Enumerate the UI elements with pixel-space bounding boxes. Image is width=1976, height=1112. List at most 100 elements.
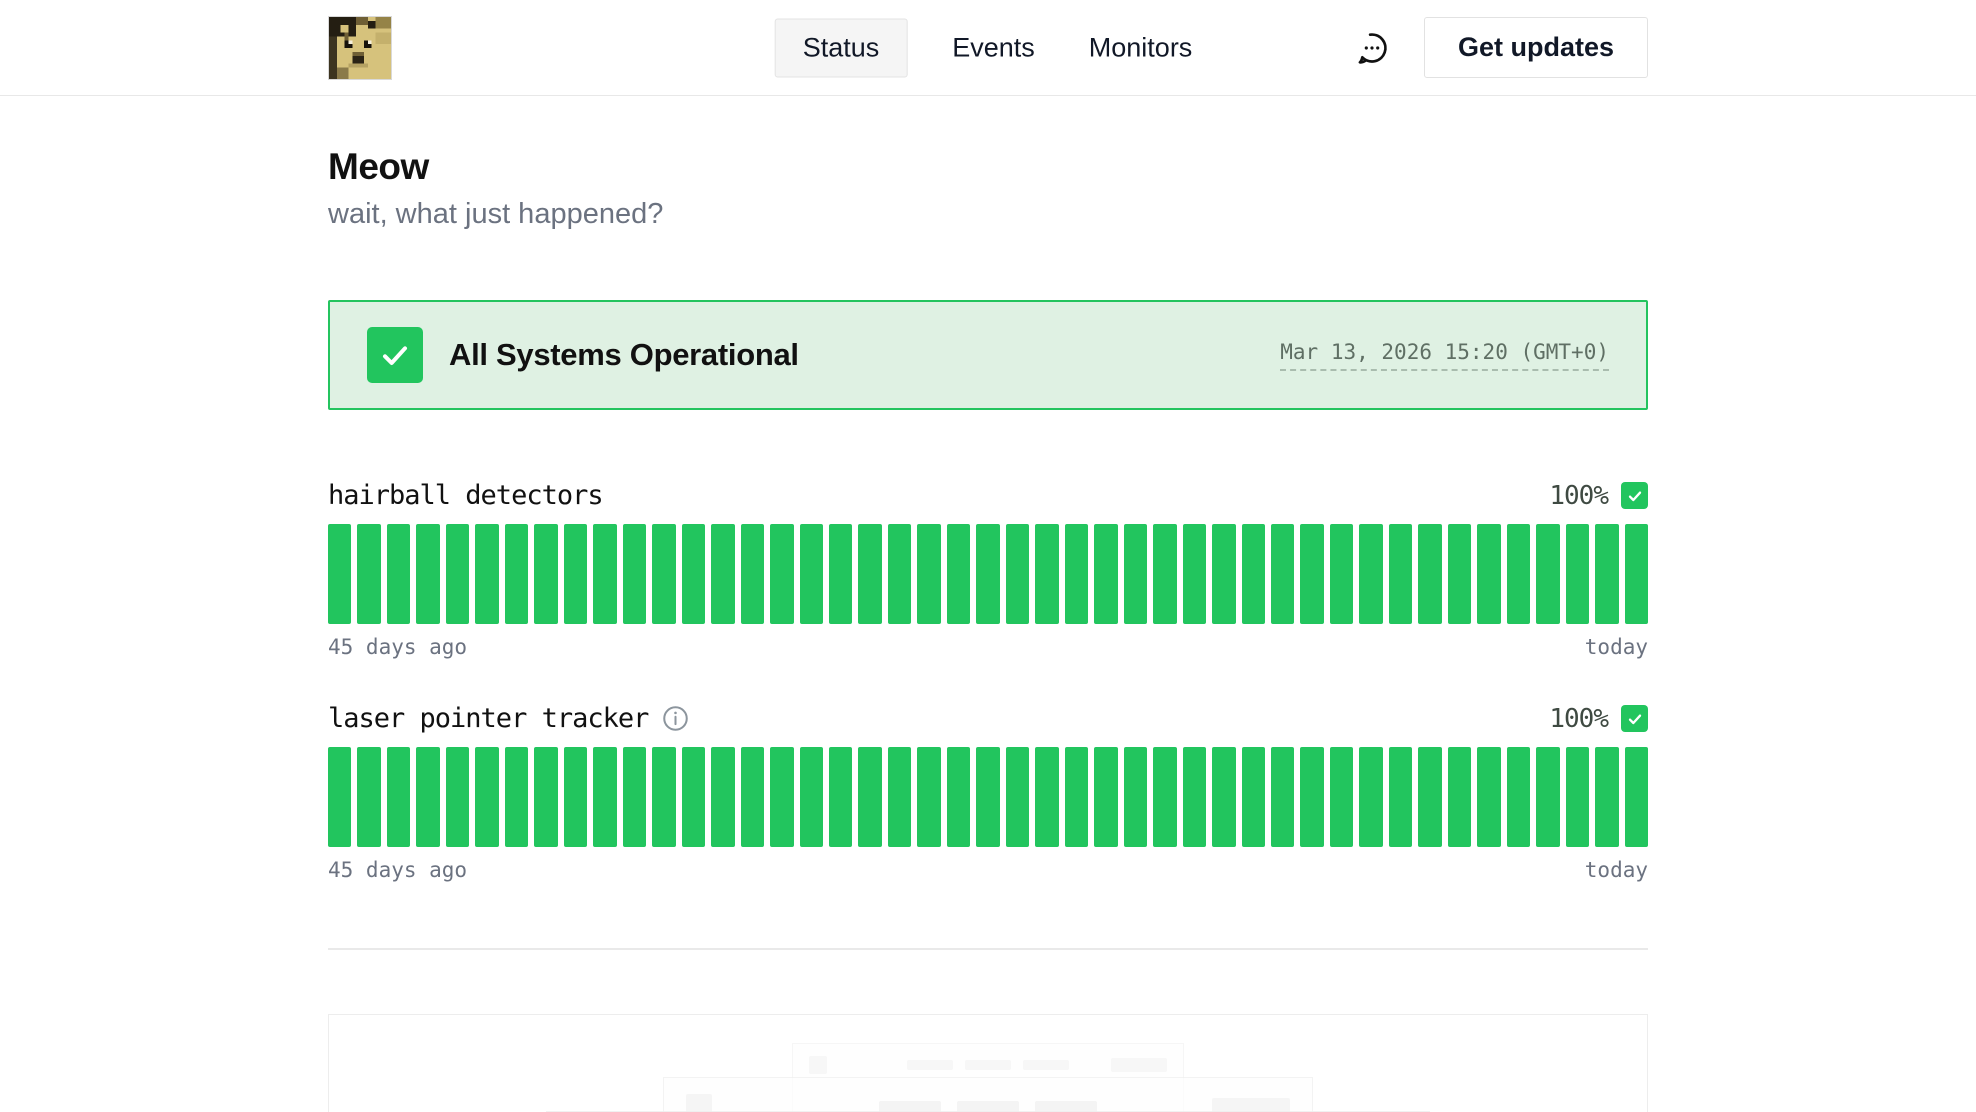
tab-monitors[interactable]: Monitors bbox=[1080, 18, 1202, 77]
uptime-bar-day[interactable] bbox=[888, 747, 911, 847]
uptime-bar-day[interactable] bbox=[1300, 747, 1323, 847]
uptime-bar-day[interactable] bbox=[652, 524, 675, 624]
uptime-bar-day[interactable] bbox=[446, 524, 469, 624]
uptime-bar-day[interactable] bbox=[1124, 747, 1147, 847]
status-banner-timestamp[interactable]: Mar 13, 2026 15:20 (GMT+0) bbox=[1280, 340, 1609, 371]
uptime-bar-day[interactable] bbox=[917, 524, 940, 624]
uptime-bar-day[interactable] bbox=[1477, 747, 1500, 847]
uptime-bar-day[interactable] bbox=[623, 524, 646, 624]
tab-events[interactable]: Events bbox=[943, 18, 1044, 77]
uptime-bar-day[interactable] bbox=[1595, 524, 1618, 624]
uptime-bar-day[interactable] bbox=[446, 747, 469, 847]
uptime-bar-day[interactable] bbox=[1300, 524, 1323, 624]
uptime-bar-day[interactable] bbox=[1389, 747, 1412, 847]
uptime-bar-day[interactable] bbox=[475, 524, 498, 624]
uptime-bar-day[interactable] bbox=[888, 524, 911, 624]
uptime-bar-day[interactable] bbox=[1124, 524, 1147, 624]
uptime-bar-day[interactable] bbox=[1536, 524, 1559, 624]
uptime-bar-day[interactable] bbox=[593, 524, 616, 624]
uptime-bar-day[interactable] bbox=[1153, 524, 1176, 624]
uptime-bar-day[interactable] bbox=[1242, 524, 1265, 624]
site-logo-cat-image[interactable] bbox=[328, 16, 392, 80]
uptime-bar-day[interactable] bbox=[711, 747, 734, 847]
uptime-bar-day[interactable] bbox=[1006, 524, 1029, 624]
uptime-bar-day[interactable] bbox=[564, 747, 587, 847]
uptime-bar-day[interactable] bbox=[1330, 747, 1353, 847]
uptime-bar-day[interactable] bbox=[947, 747, 970, 847]
uptime-bar-day[interactable] bbox=[1035, 524, 1058, 624]
feedback-chat-icon[interactable] bbox=[1352, 28, 1392, 68]
uptime-bar-day[interactable] bbox=[387, 524, 410, 624]
uptime-bar-day[interactable] bbox=[1065, 747, 1088, 847]
uptime-bar-day[interactable] bbox=[711, 524, 734, 624]
uptime-bar-day[interactable] bbox=[1242, 747, 1265, 847]
uptime-bar-day[interactable] bbox=[1566, 747, 1589, 847]
uptime-bar-day[interactable] bbox=[534, 524, 557, 624]
uptime-bar-day[interactable] bbox=[800, 747, 823, 847]
uptime-bar-day[interactable] bbox=[593, 747, 616, 847]
uptime-bar-day[interactable] bbox=[1006, 747, 1029, 847]
uptime-bar-day[interactable] bbox=[800, 524, 823, 624]
uptime-bar-day[interactable] bbox=[1330, 524, 1353, 624]
uptime-bar-day[interactable] bbox=[1153, 747, 1176, 847]
nav-right-actions: Get updates bbox=[1352, 17, 1648, 78]
uptime-bar-day[interactable] bbox=[917, 747, 940, 847]
uptime-bar-day[interactable] bbox=[328, 524, 351, 624]
uptime-bar-day[interactable] bbox=[1271, 524, 1294, 624]
uptime-bar-day[interactable] bbox=[1625, 747, 1648, 847]
uptime-bar-day[interactable] bbox=[1507, 524, 1530, 624]
uptime-bar-day[interactable] bbox=[1094, 747, 1117, 847]
uptime-bar-day[interactable] bbox=[829, 524, 852, 624]
uptime-bar-day[interactable] bbox=[328, 747, 351, 847]
uptime-bar-day[interactable] bbox=[1625, 524, 1648, 624]
uptime-bar-day[interactable] bbox=[1035, 747, 1058, 847]
uptime-bar-day[interactable] bbox=[858, 524, 881, 624]
uptime-bar-day[interactable] bbox=[416, 747, 439, 847]
uptime-bar-day[interactable] bbox=[741, 747, 764, 847]
uptime-bar-day[interactable] bbox=[534, 747, 557, 847]
uptime-bar-day[interactable] bbox=[1183, 524, 1206, 624]
uptime-bar-day[interactable] bbox=[387, 747, 410, 847]
uptime-bar-day[interactable] bbox=[1359, 747, 1382, 847]
uptime-bar-day[interactable] bbox=[976, 747, 999, 847]
uptime-bar-day[interactable] bbox=[770, 524, 793, 624]
uptime-bar-day[interactable] bbox=[1418, 747, 1441, 847]
uptime-bar-day[interactable] bbox=[475, 747, 498, 847]
uptime-bar-day[interactable] bbox=[682, 747, 705, 847]
uptime-bar-day[interactable] bbox=[741, 524, 764, 624]
uptime-bar-day[interactable] bbox=[416, 524, 439, 624]
status-banner: All Systems Operational Mar 13, 2026 15:… bbox=[328, 300, 1648, 410]
uptime-bar-day[interactable] bbox=[357, 524, 380, 624]
uptime-bar-day[interactable] bbox=[829, 747, 852, 847]
uptime-bar-day[interactable] bbox=[1507, 747, 1530, 847]
uptime-bar-day[interactable] bbox=[623, 747, 646, 847]
info-icon[interactable] bbox=[662, 705, 689, 732]
uptime-bar-day[interactable] bbox=[564, 524, 587, 624]
uptime-bar-day[interactable] bbox=[682, 524, 705, 624]
uptime-bar-day[interactable] bbox=[1212, 747, 1235, 847]
get-updates-button[interactable]: Get updates bbox=[1424, 17, 1648, 78]
uptime-bar-day[interactable] bbox=[1566, 524, 1589, 624]
uptime-bar-day[interactable] bbox=[1477, 524, 1500, 624]
uptime-bar-day[interactable] bbox=[652, 747, 675, 847]
uptime-bar-day[interactable] bbox=[357, 747, 380, 847]
uptime-bar-day[interactable] bbox=[858, 747, 881, 847]
uptime-bar-day[interactable] bbox=[976, 524, 999, 624]
uptime-bar-day[interactable] bbox=[1536, 747, 1559, 847]
uptime-bar-day[interactable] bbox=[1065, 524, 1088, 624]
tab-status[interactable]: Status bbox=[775, 18, 908, 77]
uptime-bar-day[interactable] bbox=[505, 747, 528, 847]
uptime-bar-day[interactable] bbox=[1212, 524, 1235, 624]
uptime-bar-day[interactable] bbox=[947, 524, 970, 624]
uptime-bar-day[interactable] bbox=[1183, 747, 1206, 847]
uptime-bar-day[interactable] bbox=[770, 747, 793, 847]
uptime-bar-day[interactable] bbox=[1359, 524, 1382, 624]
uptime-bar-day[interactable] bbox=[1418, 524, 1441, 624]
uptime-bar-day[interactable] bbox=[1389, 524, 1412, 624]
uptime-bar-day[interactable] bbox=[1595, 747, 1618, 847]
uptime-bar-day[interactable] bbox=[1448, 747, 1471, 847]
uptime-bar-day[interactable] bbox=[1271, 747, 1294, 847]
uptime-bar-day[interactable] bbox=[505, 524, 528, 624]
uptime-bar-day[interactable] bbox=[1094, 524, 1117, 624]
uptime-bar-day[interactable] bbox=[1448, 524, 1471, 624]
